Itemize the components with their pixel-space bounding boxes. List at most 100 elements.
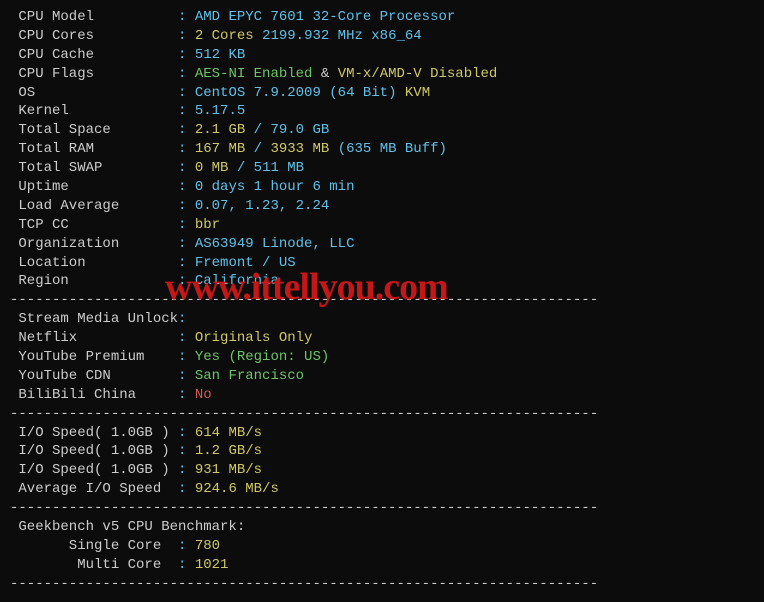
io-speed-3-label: I/O Speed( 1.0GB ) — [10, 462, 178, 478]
separator: : — [178, 481, 195, 497]
cpu-model-value: AMD EPYC 7601 32-Core Processor — [195, 9, 455, 25]
youtube-cdn-label: YouTube CDN — [10, 368, 178, 384]
location-value: Fremont / US — [195, 255, 296, 271]
swap-label: Total SWAP — [10, 160, 178, 176]
cpu-flag-aesni: AES-NI Enabled — [195, 66, 313, 82]
separator: : — [178, 9, 195, 25]
uptime-value: 0 days 1 hour 6 min — [195, 179, 355, 195]
space-label: Total Space — [10, 122, 178, 138]
cpu-cores-count: 2 Cores — [195, 28, 262, 44]
separator: : — [178, 387, 195, 403]
ram-used: 167 MB — [195, 141, 254, 157]
separator: : — [178, 122, 195, 138]
divider: ----------------------------------------… — [10, 499, 754, 518]
os-virt: KVM — [396, 85, 430, 101]
stream-header-row: Stream Media Unlock: — [10, 310, 754, 329]
separator: : — [178, 160, 195, 176]
youtube-cdn-row: YouTube CDN : San Francisco — [10, 367, 754, 386]
divider: ----------------------------------------… — [10, 291, 754, 310]
youtube-premium-value: Yes (Region: US) — [195, 349, 329, 365]
os-row: OS : CentOS 7.9.2009 (64 Bit) KVM — [10, 84, 754, 103]
slash: / — [254, 141, 271, 157]
io-avg-row: Average I/O Speed : 924.6 MB/s — [10, 480, 754, 499]
io-speed-2-value: 1.2 GB/s — [195, 443, 262, 459]
cpu-flags-label: CPU Flags — [10, 66, 178, 82]
tcp-label: TCP CC — [10, 217, 178, 233]
bilibili-value: No — [195, 387, 212, 403]
geekbench-single-value: 780 — [195, 538, 220, 554]
ram-row: Total RAM : 167 MB / 3933 MB (635 MB Buf… — [10, 140, 754, 159]
separator: : — [178, 85, 195, 101]
separator: : — [178, 311, 186, 327]
kernel-row: Kernel : 5.17.5 — [10, 102, 754, 121]
bilibili-label: BiliBili China — [10, 387, 178, 403]
cpu-model-row: CPU Model : AMD EPYC 7601 32-Core Proces… — [10, 8, 754, 27]
swap-used: 0 MB — [195, 160, 237, 176]
io-speed-1-row: I/O Speed( 1.0GB ) : 614 MB/s — [10, 424, 754, 443]
stream-header-label: Stream Media Unlock — [10, 311, 178, 327]
separator: : — [178, 443, 195, 459]
io-avg-value: 924.6 MB/s — [195, 481, 279, 497]
separator: : — [178, 66, 195, 82]
netflix-row: Netflix : Originals Only — [10, 329, 754, 348]
io-speed-2-label: I/O Speed( 1.0GB ) — [10, 443, 178, 459]
cpu-cores-row: CPU Cores : 2 Cores 2199.932 MHz x86_64 — [10, 27, 754, 46]
swap-row: Total SWAP : 0 MB / 511 MB — [10, 159, 754, 178]
ram-label: Total RAM — [10, 141, 178, 157]
geekbench-multi-row: Multi Core : 1021 — [10, 556, 754, 575]
geekbench-multi-label: Multi Core — [10, 557, 178, 573]
netflix-value: Originals Only — [195, 330, 313, 346]
separator: : — [178, 28, 195, 44]
bilibili-row: BiliBili China : No — [10, 386, 754, 405]
cpu-frequency: 2199.932 MHz — [262, 28, 371, 44]
cpu-flag-vmx: VM-x/AMD-V Disabled — [338, 66, 498, 82]
netflix-label: Netflix — [10, 330, 178, 346]
separator: : — [178, 47, 195, 63]
separator: : — [178, 425, 195, 441]
separator: : — [178, 179, 195, 195]
separator: : — [178, 217, 195, 233]
io-speed-1-value: 614 MB/s — [195, 425, 262, 441]
separator: : — [178, 330, 195, 346]
location-label: Location — [10, 255, 178, 271]
separator: : — [178, 198, 195, 214]
cpu-cores-label: CPU Cores — [10, 28, 178, 44]
location-row: Location : Fremont / US — [10, 254, 754, 273]
separator: : — [178, 557, 195, 573]
separator: : — [178, 368, 195, 384]
separator: : — [178, 141, 195, 157]
org-value: AS63949 Linode, LLC — [195, 236, 355, 252]
cpu-cache-value: 512 KB — [195, 47, 245, 63]
geekbench-header-text: Geekbench v5 CPU Benchmark: — [10, 519, 245, 535]
separator: : — [178, 273, 195, 289]
swap-total: 511 MB — [254, 160, 304, 176]
region-label: Region — [10, 273, 178, 289]
slash: / — [254, 122, 271, 138]
os-value: CentOS 7.9.2009 (64 Bit) — [195, 85, 397, 101]
region-value: California — [195, 273, 279, 289]
separator: : — [178, 255, 195, 271]
amp: & — [312, 66, 337, 82]
org-row: Organization : AS63949 Linode, LLC — [10, 235, 754, 254]
ram-buff: (635 MB Buff) — [338, 141, 447, 157]
space-total: 79.0 GB — [270, 122, 329, 138]
cpu-cache-label: CPU Cache — [10, 47, 178, 63]
divider: ----------------------------------------… — [10, 575, 754, 594]
cpu-arch: x86_64 — [371, 28, 421, 44]
ram-total: 3933 MB — [270, 141, 337, 157]
uptime-row: Uptime : 0 days 1 hour 6 min — [10, 178, 754, 197]
region-row: Region : California — [10, 272, 754, 291]
geekbench-multi-value: 1021 — [195, 557, 229, 573]
slash: / — [237, 160, 254, 176]
youtube-cdn-value: San Francisco — [195, 368, 304, 384]
kernel-value: 5.17.5 — [195, 103, 245, 119]
cpu-model-label: CPU Model — [10, 9, 178, 25]
load-label: Load Average — [10, 198, 178, 214]
io-speed-1-label: I/O Speed( 1.0GB ) — [10, 425, 178, 441]
geekbench-single-row: Single Core : 780 — [10, 537, 754, 556]
separator: : — [178, 103, 195, 119]
space-row: Total Space : 2.1 GB / 79.0 GB — [10, 121, 754, 140]
youtube-premium-row: YouTube Premium : Yes (Region: US) — [10, 348, 754, 367]
geekbench-single-label: Single Core — [10, 538, 178, 554]
io-speed-3-value: 931 MB/s — [195, 462, 262, 478]
